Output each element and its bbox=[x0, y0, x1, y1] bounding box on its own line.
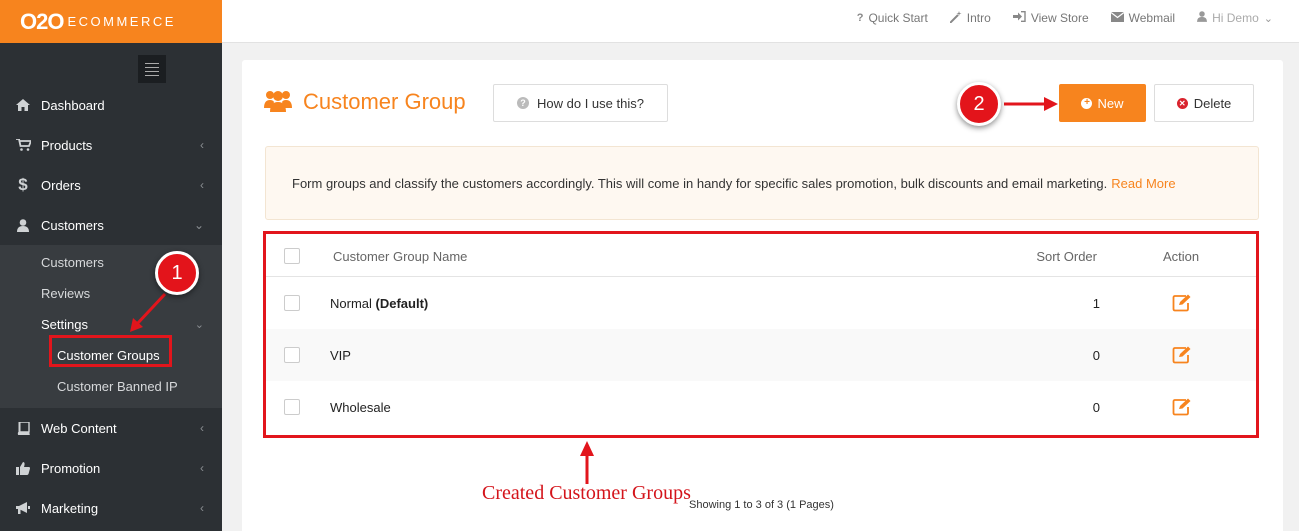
user-icon bbox=[14, 218, 32, 232]
chevron-left-icon: ‹ bbox=[200, 138, 204, 152]
view-store-link[interactable]: View Store bbox=[1012, 11, 1089, 25]
book-icon bbox=[14, 421, 32, 435]
sidebar-item-label: Customers bbox=[41, 217, 104, 233]
read-more-link[interactable]: Read More bbox=[1111, 176, 1175, 191]
thumbs-up-icon bbox=[14, 461, 32, 475]
sidebar-item-orders[interactable]: $ Orders ‹ bbox=[0, 165, 222, 205]
intro-link[interactable]: Intro bbox=[949, 10, 991, 26]
annotation-caption: Created Customer Groups bbox=[482, 482, 691, 504]
user-icon bbox=[1197, 11, 1208, 25]
pagination-summary: Showing 1 to 3 of 3 (1 Pages) bbox=[689, 499, 834, 511]
info-text: Form groups and classify the customers a… bbox=[292, 175, 1108, 191]
user-name: Hi Demo bbox=[1212, 11, 1259, 25]
sidebar-item-label: Orders bbox=[41, 177, 81, 193]
megaphone-icon bbox=[14, 501, 32, 515]
sidebar-subitem-label: Customers bbox=[41, 255, 104, 270]
sidebar-subitem-customer-banned-ip[interactable]: Customer Banned IP bbox=[0, 371, 222, 402]
logo-sub: ECOMMERCE bbox=[67, 14, 176, 29]
chevron-down-icon: ⌄ bbox=[194, 319, 204, 331]
top-link-label: Webmail bbox=[1128, 11, 1176, 25]
sidebar-highlight-box bbox=[49, 335, 172, 367]
magic-wand-icon bbox=[949, 10, 962, 26]
sidebar-toggle-area bbox=[0, 43, 222, 85]
top-links: ? Quick Start Intro View Store Webmail H… bbox=[857, 0, 1273, 36]
step-badge-2: 2 bbox=[957, 82, 1001, 126]
sidebar-subitem-label: Reviews bbox=[41, 286, 91, 301]
sidebar-item-label: Promotion bbox=[41, 460, 101, 476]
sidebar-subitem-label: Settings bbox=[41, 317, 88, 332]
chevron-left-icon: ‹ bbox=[200, 178, 204, 192]
info-box: Form groups and classify the customers a… bbox=[265, 146, 1259, 220]
delete-button-label: Delete bbox=[1193, 95, 1232, 111]
sidebar-item-products[interactable]: Products ‹ bbox=[0, 125, 222, 165]
users-group-icon bbox=[264, 89, 292, 113]
times-circle-icon: ✕ bbox=[1176, 97, 1188, 109]
chevron-down-icon: ⌄ bbox=[1263, 12, 1273, 25]
logo[interactable]: O2O ECOMMERCE bbox=[0, 0, 222, 43]
sidebar-item-marketing[interactable]: Marketing ‹ bbox=[0, 488, 222, 528]
sidebar-item-label: Web Content bbox=[41, 420, 117, 436]
webmail-link[interactable]: Webmail bbox=[1110, 11, 1176, 25]
sidebar-item-web-content[interactable]: Web Content ‹ bbox=[0, 408, 222, 448]
chevron-left-icon: ‹ bbox=[200, 461, 204, 475]
sidebar-item-promotion[interactable]: Promotion ‹ bbox=[0, 448, 222, 488]
sidebar-item-label: Products bbox=[41, 137, 93, 153]
sidebar-item-dashboard[interactable]: Dashboard bbox=[0, 85, 222, 125]
how-to-use-button[interactable]: ? How do I use this? bbox=[493, 84, 668, 122]
user-menu[interactable]: Hi Demo ⌄ bbox=[1197, 11, 1273, 25]
top-link-label: Intro bbox=[966, 11, 991, 25]
new-button-label: New bbox=[1097, 95, 1124, 111]
chevron-left-icon: ‹ bbox=[200, 421, 204, 435]
plus-circle-icon: + bbox=[1081, 97, 1093, 109]
sidebar-item-customers[interactable]: Customers ⌄ bbox=[0, 205, 222, 245]
hamburger-menu-icon[interactable] bbox=[138, 55, 166, 83]
page-title: Customer Group bbox=[303, 89, 466, 114]
chevron-left-icon: ‹ bbox=[200, 501, 204, 515]
top-link-label: View Store bbox=[1030, 11, 1089, 25]
sidebar-item-label: Dashboard bbox=[41, 97, 105, 113]
delete-button[interactable]: ✕ Delete bbox=[1154, 84, 1254, 122]
sidebar-lower: Web Content ‹ Promotion ‹ Marketing ‹ bbox=[0, 408, 222, 528]
question-circle-icon: ? bbox=[517, 97, 530, 109]
envelope-icon bbox=[1110, 11, 1124, 25]
sidebar-item-label: Marketing bbox=[41, 500, 99, 516]
step-badge-1: 1 bbox=[155, 251, 199, 295]
top-bar: ? Quick Start Intro View Store Webmail H… bbox=[222, 0, 1299, 43]
cart-icon bbox=[14, 139, 32, 151]
question-icon: ? bbox=[856, 12, 864, 24]
dollar-icon: $ bbox=[18, 175, 28, 194]
logo-main: O2O bbox=[20, 8, 64, 34]
quick-start-link[interactable]: ? Quick Start bbox=[857, 11, 928, 25]
sign-in-icon bbox=[1012, 11, 1026, 25]
new-button[interactable]: + New bbox=[1059, 84, 1146, 122]
sidebar-subitem-label: Customer Banned IP bbox=[57, 379, 178, 394]
chevron-down-icon: ⌄ bbox=[193, 218, 204, 232]
table-highlight-box bbox=[263, 231, 1259, 438]
how-to-use-label: How do I use this? bbox=[537, 95, 644, 111]
top-link-label: Quick Start bbox=[868, 11, 928, 25]
home-icon bbox=[14, 99, 32, 111]
